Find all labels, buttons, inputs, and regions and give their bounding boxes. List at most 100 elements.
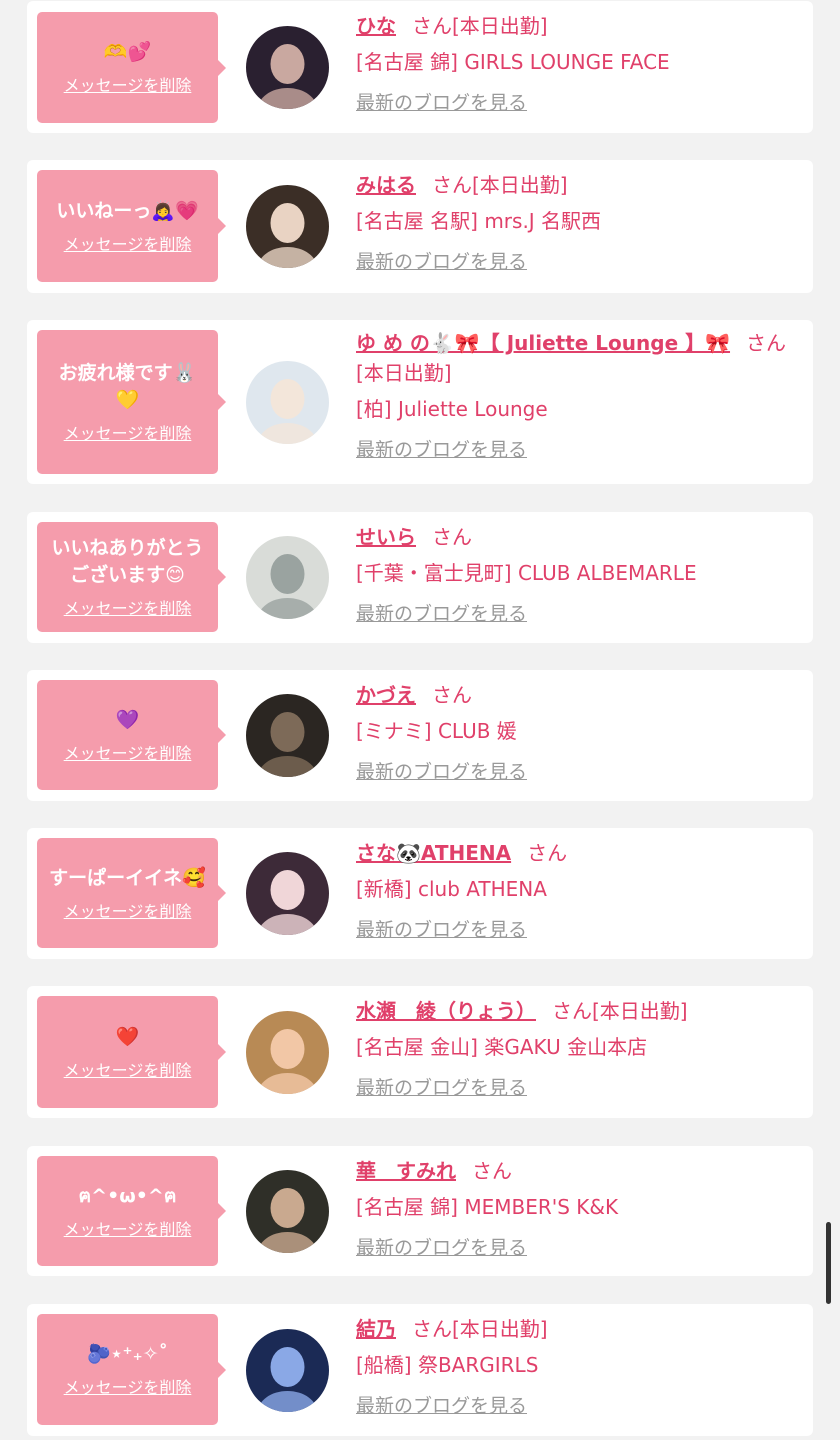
avatar[interactable] — [246, 1329, 329, 1412]
message-bubble: 🫶💕 メッセージを削除 — [37, 12, 226, 123]
profile-name-link[interactable]: 水瀬 綾（りょう） — [356, 999, 536, 1023]
profile-name-link[interactable]: 華 すみれ — [356, 1159, 456, 1183]
message-text: すーぱーイイネ🥰 — [49, 866, 206, 889]
message-card: いいねーっ🙇‍♀️💗 メッセージを削除 みはる さん[本日出勤] [名古屋 名駅] mr… — [27, 160, 813, 293]
message-bubble: 🫐⋆⁺₊✧˚ メッセージを削除 — [37, 1314, 226, 1425]
profile-name-link[interactable]: かづえ — [356, 683, 416, 707]
message-text: いいねありがとう ございます😊 — [51, 537, 204, 586]
avatar[interactable] — [246, 361, 329, 444]
shop-name: [名古屋 名駅] mrs.J 名駅西 — [356, 209, 602, 233]
delete-message-button[interactable]: メッセージを削除 — [64, 1057, 192, 1081]
name-line: ゆ め の🐇🎀【 Juliette Lounge 】🎀 さん — [356, 328, 801, 358]
shop-name: [船橋] 祭BARGIRLS — [356, 1353, 539, 1377]
profile-info: 結乃 さん[本日出勤] [船橋] 祭BARGIRLS 最新のブログを見る — [356, 1314, 801, 1420]
profile-info: せいら さん [千葉・富士見町] CLUB ALBEMARLE 最新のブログを見る — [356, 522, 801, 628]
profile-name-link[interactable]: ひな — [356, 14, 396, 38]
name-line: 結乃 さん[本日出勤] — [356, 1314, 801, 1344]
latest-blog-link[interactable]: 最新のブログを見る — [356, 1074, 527, 1102]
avatar[interactable] — [246, 185, 329, 268]
shop-name: [千葉・富士見町] CLUB ALBEMARLE — [356, 561, 697, 585]
message-text: 💜 — [115, 708, 140, 731]
message-card: 🫶💕 メッセージを削除 ひな さん[本日出勤] [名古屋 錦] GIRLS LOUNGE… — [27, 1, 813, 133]
name-suffix: さん[本日出勤] — [552, 999, 688, 1023]
latest-blog-link[interactable]: 最新のブログを見る — [356, 916, 527, 944]
latest-blog-link[interactable]: 最新のブログを見る — [356, 758, 527, 786]
message-text: お疲れ様です🐰 💛 — [58, 362, 197, 411]
avatar[interactable] — [246, 852, 329, 935]
shop-name: [ミナミ] CLUB 媛 — [356, 719, 517, 743]
name-suffix: さん — [432, 525, 472, 549]
message-card: 💜 メッセージを削除 かづえ さん [ミナミ] CLUB 媛最新のブログを見る — [27, 670, 813, 801]
message-bubble: いいねありがとう ございます😊 メッセージを削除 — [37, 522, 226, 632]
delete-message-button[interactable]: メッセージを削除 — [64, 1374, 192, 1398]
message-text: ❤️ — [115, 1025, 140, 1048]
profile-info: みはる さん[本日出勤] [名古屋 名駅] mrs.J 名駅西最新のブログを見る — [356, 170, 801, 276]
profile-info: 水瀬 綾（りょう） さん[本日出勤] [名古屋 金山] 楽GAKU 金山本店最新のブ… — [356, 996, 801, 1102]
latest-blog-link[interactable]: 最新のブログを見る — [356, 1234, 527, 1262]
profile-info: かづえ さん [ミナミ] CLUB 媛最新のブログを見る — [356, 680, 801, 786]
delete-message-button[interactable]: メッセージを削除 — [64, 898, 192, 922]
profile-info: さな🐼ATHENA さん [新橋] club ATHENA 最新のブログを見る — [356, 838, 801, 944]
name-suffix: さん — [472, 1159, 512, 1183]
name-line: さな🐼ATHENA さん — [356, 838, 801, 868]
delete-message-button[interactable]: メッセージを削除 — [64, 72, 192, 96]
name-line: みはる さん[本日出勤] — [356, 170, 801, 200]
latest-blog-link[interactable]: 最新のブログを見る — [356, 436, 527, 464]
name-line: ひな さん[本日出勤] — [356, 11, 801, 41]
message-bubble: お疲れ様です🐰 💛 メッセージを削除 — [37, 330, 226, 474]
name-suffix: さん[本日出勤] — [432, 173, 568, 197]
profile-name-link[interactable]: さな🐼ATHENA — [356, 841, 511, 865]
avatar[interactable] — [246, 536, 329, 619]
message-text: いいねーっ🙇‍♀️💗 — [56, 199, 199, 222]
message-bubble: 💜 メッセージを削除 — [37, 680, 226, 790]
delete-message-button[interactable]: メッセージを削除 — [64, 231, 192, 255]
name-suffix: さん[本日出勤] — [412, 1317, 548, 1341]
avatar[interactable] — [246, 26, 329, 109]
profile-info: 華 すみれ さん [名古屋 錦] MEMBER'S K&K 最新のブログを見る — [356, 1156, 801, 1262]
latest-blog-link[interactable]: 最新のブログを見る — [356, 600, 527, 628]
message-bubble: いいねーっ🙇‍♀️💗 メッセージを削除 — [37, 170, 226, 282]
profile-name-link[interactable]: みはる — [356, 173, 416, 197]
message-card: すーぱーイイネ🥰 メッセージを削除 さな🐼ATHENA さん [新橋] club ATH… — [27, 828, 813, 959]
avatar[interactable] — [246, 694, 329, 777]
latest-blog-link[interactable]: 最新のブログを見る — [356, 1392, 527, 1420]
name-suffix: さん — [432, 683, 472, 707]
message-text: 🫶💕 — [103, 41, 152, 63]
delete-message-button[interactable]: メッセージを削除 — [64, 1216, 192, 1240]
avatar[interactable] — [246, 1170, 329, 1253]
delete-message-button[interactable]: メッセージを削除 — [64, 420, 192, 444]
message-bubble: すーぱーイイネ🥰 メッセージを削除 — [37, 838, 226, 948]
message-card: ❤️ メッセージを削除 水瀬 綾（りょう） さん[本日出勤] [名古屋 金山] 楽GAK… — [27, 986, 813, 1118]
profile-info: ゆ め の🐇🎀【 Juliette Lounge 】🎀 さん [本日出勤] [柏] J… — [356, 328, 801, 464]
shop-name: [柏] Juliette Lounge — [356, 397, 548, 421]
message-bubble: ฅ^•ω•^ฅ メッセージを削除 — [37, 1156, 226, 1266]
shop-name: [名古屋 金山] 楽GAKU 金山本店 — [356, 1035, 648, 1059]
latest-blog-link[interactable]: 最新のブログを見る — [356, 89, 527, 117]
work-status: [本日出勤] — [356, 361, 452, 385]
shop-name: [名古屋 錦] MEMBER'S K&K — [356, 1195, 619, 1219]
message-card: いいねありがとう ございます😊 メッセージを削除 せいら さん [千葉・富士見町] CL… — [27, 512, 813, 643]
profile-name-link[interactable]: 結乃 — [356, 1317, 396, 1341]
message-card: ฅ^•ω•^ฅ メッセージを削除 華 すみれ さん [名古屋 錦] MEMBER'S K… — [27, 1146, 813, 1276]
name-suffix: さん — [746, 331, 787, 355]
message-bubble: ❤️ メッセージを削除 — [37, 996, 226, 1108]
shop-name: [新橋] club ATHENA — [356, 877, 547, 901]
message-card: 🫐⋆⁺₊✧˚ メッセージを削除 結乃 さん[本日出勤] [船橋] 祭BARGIRLS 最新… — [27, 1304, 813, 1436]
message-card: お疲れ様です🐰 💛 メッセージを削除 ゆ め の🐇🎀【 Juliette Loung… — [27, 320, 813, 484]
delete-message-button[interactable]: メッセージを削除 — [64, 740, 192, 764]
scrollbar[interactable] — [826, 1222, 831, 1304]
name-line: せいら さん — [356, 522, 801, 552]
delete-message-button[interactable]: メッセージを削除 — [64, 595, 192, 619]
profile-info: ひな さん[本日出勤] [名古屋 錦] GIRLS LOUNGE FACE 最新のブロ… — [356, 11, 801, 117]
profile-name-link[interactable]: ゆ め の🐇🎀【 Juliette Lounge 】🎀 — [356, 331, 730, 355]
message-text: 🫐⋆⁺₊✧˚ — [86, 1343, 169, 1365]
name-line: かづえ さん — [356, 680, 801, 710]
name-line: 水瀬 綾（りょう） さん[本日出勤] — [356, 996, 801, 1026]
avatar[interactable] — [246, 1011, 329, 1094]
message-text: ฅ^•ω•^ฅ — [78, 1184, 177, 1207]
profile-name-link[interactable]: せいら — [356, 525, 416, 549]
latest-blog-link[interactable]: 最新のブログを見る — [356, 248, 527, 276]
name-suffix: さん — [527, 841, 568, 865]
shop-name: [名古屋 錦] GIRLS LOUNGE FACE — [356, 50, 670, 74]
name-line: 華 すみれ さん — [356, 1156, 801, 1186]
